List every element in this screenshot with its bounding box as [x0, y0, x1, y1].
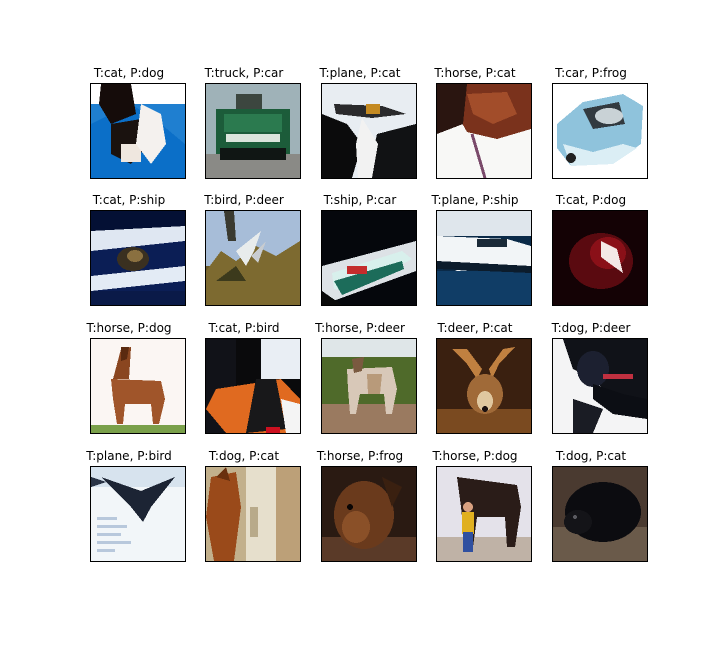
panel-image [436, 466, 532, 562]
panel-title: T:cat, P:dog [93, 66, 165, 80]
panel-image [321, 466, 417, 562]
panel-image [321, 210, 417, 306]
panel-title: T:horse, P:dog [432, 449, 518, 463]
panel-title: T:plane, P:bird [86, 449, 172, 463]
panel-title: T:plane, P:ship [431, 193, 519, 207]
panel-title: T:dog, P:deer [551, 321, 631, 335]
panel-title: T:dog, P:cat [208, 449, 280, 463]
panel-title: T:truck, P:car [204, 66, 284, 80]
panel-image [552, 338, 648, 434]
panel-image [90, 210, 186, 306]
panel-title: T:cat, P:dog [555, 193, 627, 207]
panel-image [436, 210, 532, 306]
panel-image [205, 210, 301, 306]
panel-title: T:horse, P:frog [316, 449, 404, 463]
panel-title: T:deer, P:cat [437, 321, 513, 335]
panel-image [90, 83, 186, 179]
panel-title: T:ship, P:car [323, 193, 397, 207]
panel-title: T:car, P:frog [555, 66, 627, 80]
panel-image [205, 83, 301, 179]
panel-title: T:horse, P:deer [315, 321, 405, 335]
panel-title: T:horse, P:dog [86, 321, 172, 335]
panel-title: T:plane, P:cat [319, 66, 401, 80]
panel-image [436, 83, 532, 179]
panel-image [552, 83, 648, 179]
panel-title: T:cat, P:bird [208, 321, 280, 335]
panel-title: T:dog, P:cat [555, 449, 627, 463]
panel-image [436, 338, 532, 434]
panel-image [321, 338, 417, 434]
panel-title: T:bird, P:deer [204, 193, 284, 207]
panel-title: T:cat, P:ship [92, 193, 166, 207]
panel-image [205, 338, 301, 434]
panel-image [552, 466, 648, 562]
panel-image [321, 83, 417, 179]
panel-image [90, 466, 186, 562]
panel-image [205, 466, 301, 562]
panel-title: T:horse, P:cat [434, 66, 516, 80]
panel-image [90, 338, 186, 434]
image-grid: T:cat, P:dog T:truck, P:car T:plane, P:cat… [0, 0, 720, 648]
panel-image [552, 210, 648, 306]
